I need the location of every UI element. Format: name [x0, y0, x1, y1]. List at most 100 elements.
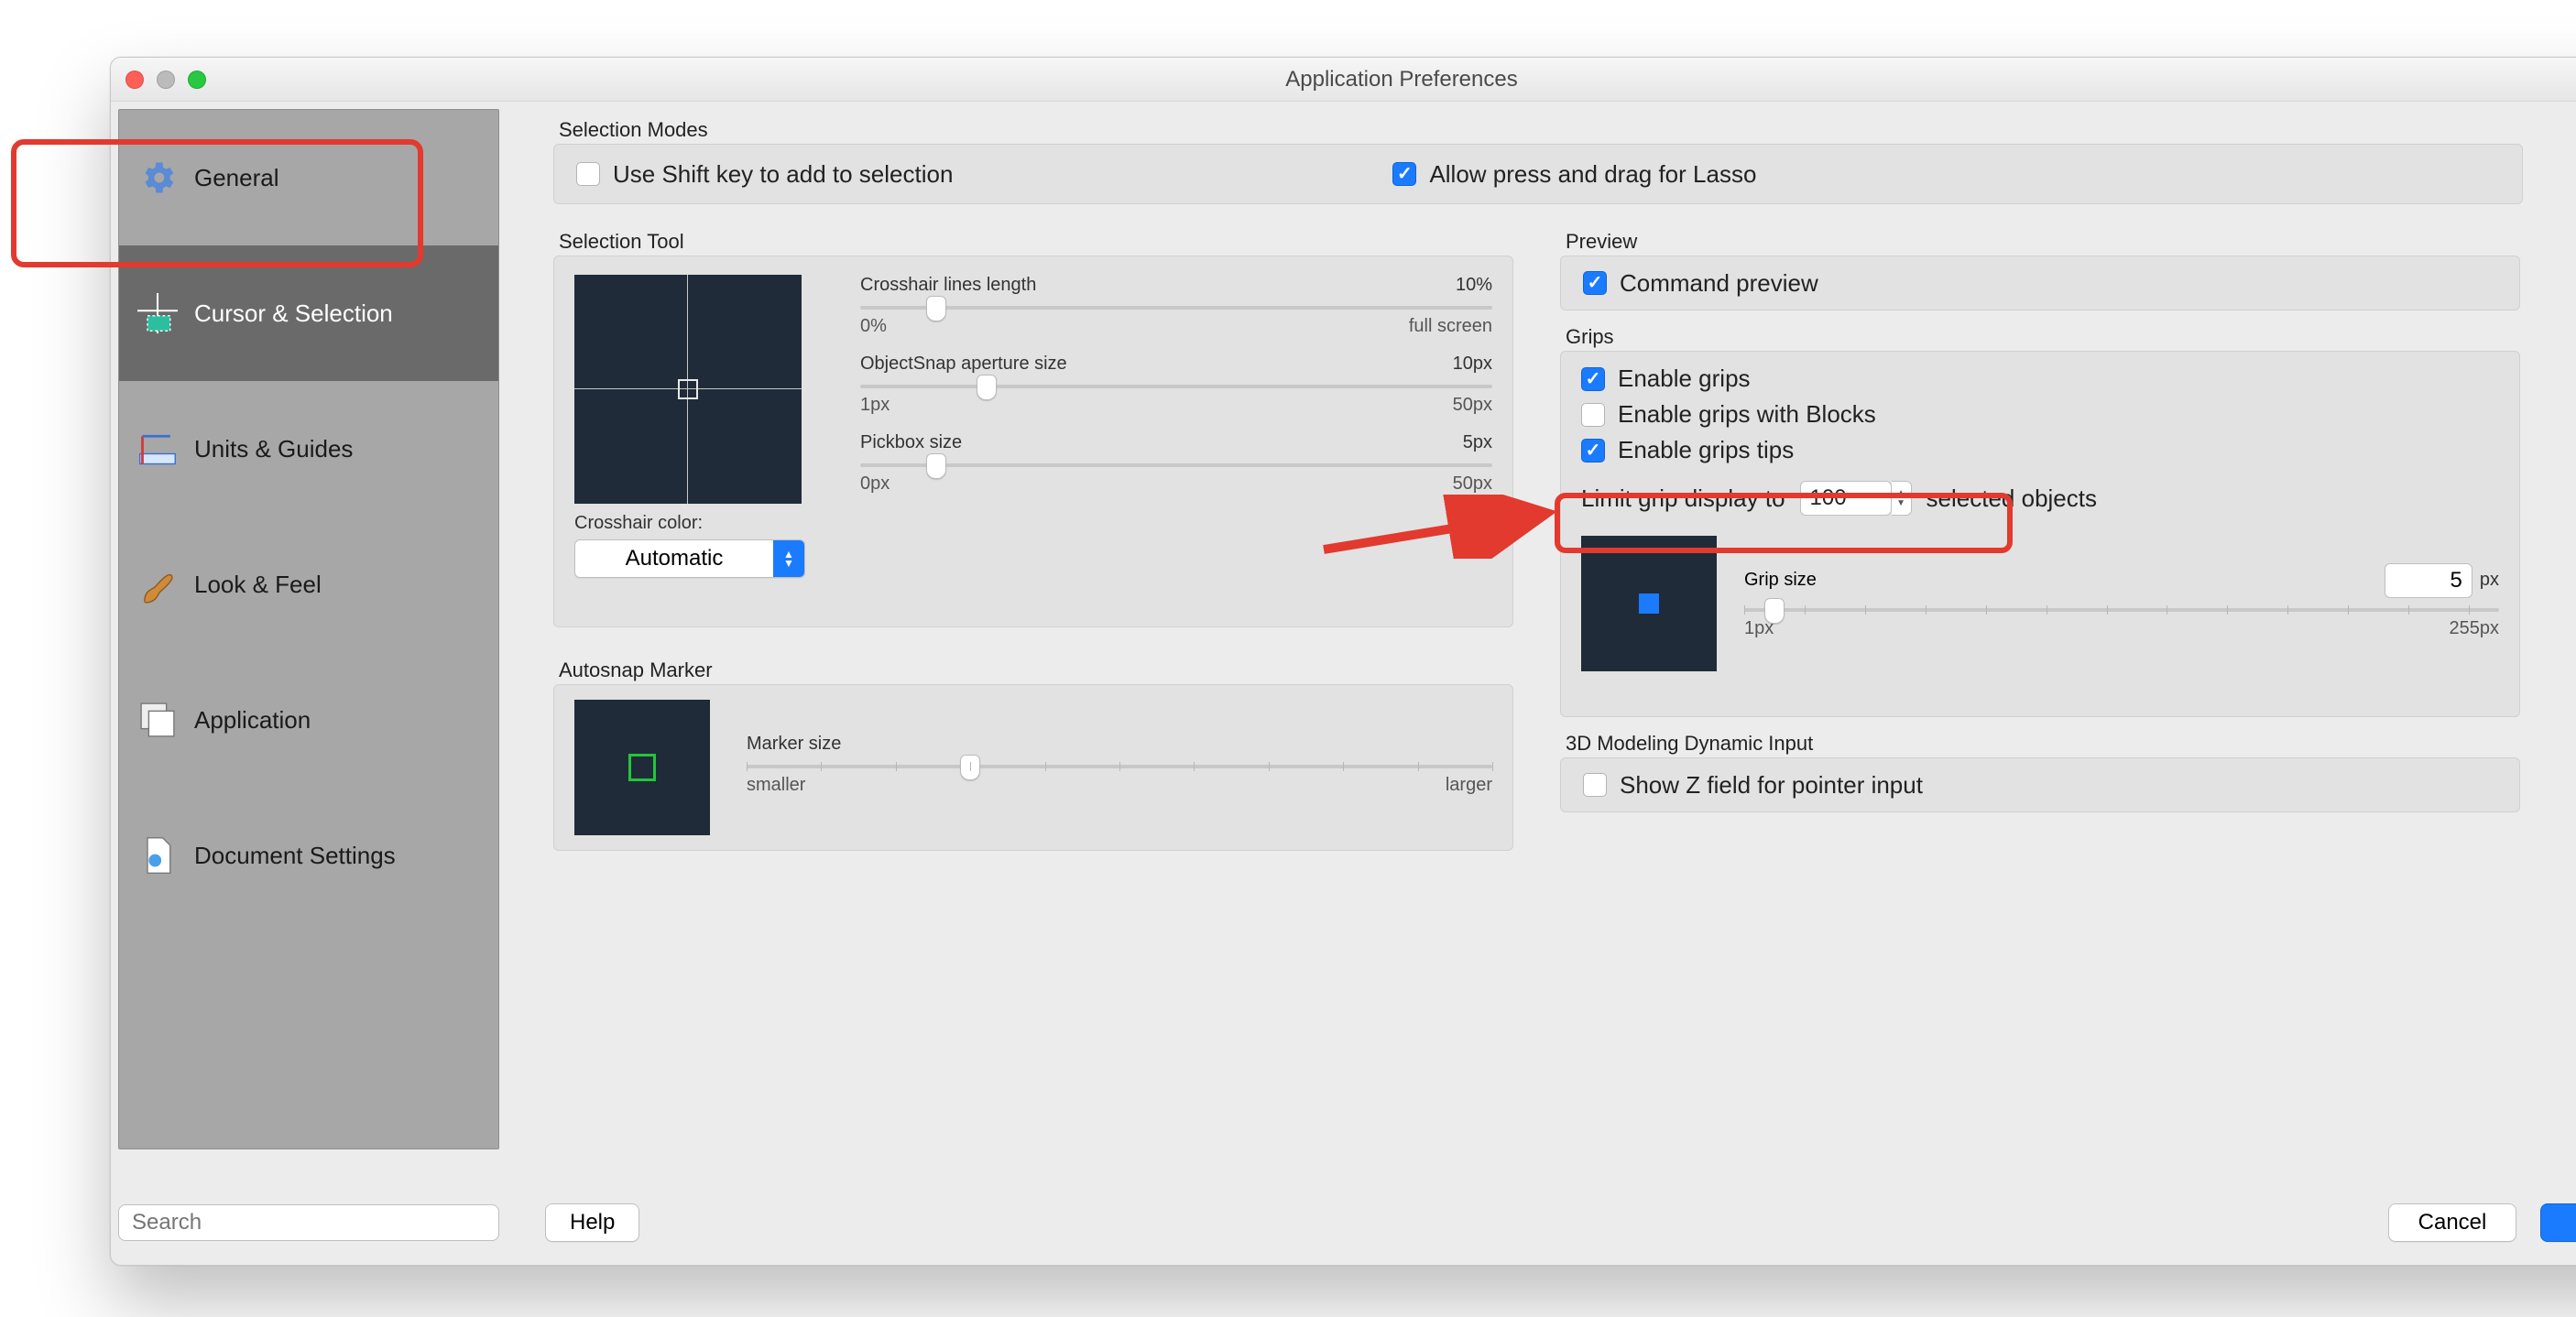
limit-label-post: selected objects	[1927, 484, 2097, 513]
checkbox-lasso[interactable]: Allow press and drag for Lasso	[1392, 160, 1756, 189]
group-preview: Command preview	[1560, 256, 2520, 310]
slider-value: 5px	[1463, 432, 1492, 453]
sidebar: General Cursor & Selection	[118, 109, 499, 1149]
slider-max: larger	[1446, 775, 1492, 796]
slider-grip-size[interactable]: 1px 255px	[1744, 604, 2499, 639]
sidebar-item-look-feel[interactable]: Look & Feel	[119, 517, 498, 652]
slider-min: 1px	[860, 395, 890, 416]
checkbox-icon	[1581, 367, 1605, 391]
sidebar-item-label: Cursor & Selection	[194, 299, 393, 328]
section-label-grips: Grips	[1566, 325, 1614, 349]
gear-icon	[136, 156, 180, 200]
help-button[interactable]: Help	[545, 1203, 639, 1242]
section-label-selection-modes: Selection Modes	[559, 118, 708, 142]
checkbox-icon	[1392, 162, 1416, 186]
section-label-autosnap: Autosnap Marker	[559, 658, 713, 682]
section-label-selection-tool: Selection Tool	[559, 230, 684, 254]
sidebar-item-label: Units & Guides	[194, 435, 353, 463]
group-selection-tool: Crosshair color: Automatic ▲▼ Crosshair …	[553, 256, 1513, 627]
select-value: Automatic	[575, 540, 773, 577]
chevron-up-down-icon: ▲▼	[773, 540, 804, 577]
stepper-icon[interactable]: ▲▼	[1892, 481, 1912, 516]
slider-min: 0%	[860, 316, 887, 337]
crosshair-preview	[574, 275, 802, 504]
checkbox-show-z[interactable]: Show Z field for pointer input	[1583, 771, 1923, 800]
slider-label: Crosshair lines length	[860, 275, 1036, 296]
checkbox-enable-grips[interactable]: Enable grips	[1581, 365, 2499, 393]
sidebar-item-application[interactable]: Application	[119, 652, 498, 788]
crosshair-color-label: Crosshair color:	[574, 513, 805, 534]
ok-button[interactable]: OK	[2540, 1203, 2576, 1242]
checkbox-icon	[1581, 403, 1605, 427]
checkbox-icon	[1583, 773, 1607, 797]
checkbox-label: Enable grips with Blocks	[1618, 400, 1876, 429]
checkbox-label: Command preview	[1620, 269, 1818, 298]
checkbox-enable-grips-blocks[interactable]: Enable grips with Blocks	[1581, 400, 2499, 429]
slider-max: full screen	[1409, 316, 1492, 337]
sidebar-item-label: General	[194, 164, 279, 192]
checkbox-enable-grips-tips[interactable]: Enable grips tips	[1581, 436, 2499, 464]
slider-max: 255px	[2450, 618, 2500, 639]
checkbox-label: Enable grips tips	[1618, 436, 1794, 464]
search-input[interactable]	[118, 1204, 499, 1241]
checkbox-icon	[1583, 271, 1607, 295]
sidebar-item-label: Application	[194, 706, 311, 735]
window-controls	[126, 71, 206, 89]
checkbox-label: Use Shift key to add to selection	[613, 160, 953, 189]
windows-icon	[136, 698, 180, 742]
sidebar-item-cursor-selection[interactable]: Cursor & Selection	[119, 245, 498, 381]
crosshair-selection-icon	[136, 291, 180, 335]
sidebar-item-label: Look & Feel	[194, 571, 322, 599]
checkbox-command-preview[interactable]: Command preview	[1583, 269, 1818, 298]
dialog-footer: Cancel OK	[2388, 1203, 2576, 1242]
grip-preview	[1581, 536, 1717, 671]
checkbox-icon	[576, 162, 600, 186]
titlebar: Application Preferences	[111, 58, 2576, 102]
slider-min: smaller	[747, 775, 805, 796]
section-label-3d: 3D Modeling Dynamic Input	[1566, 732, 1813, 756]
window-title: Application Preferences	[1285, 67, 1517, 93]
slider-value: 10px	[1453, 354, 1492, 375]
unit-label: px	[2480, 570, 2499, 591]
close-icon[interactable]	[126, 71, 144, 89]
number-value: 5	[2385, 563, 2472, 598]
slider-min: 0px	[860, 473, 890, 495]
preferences-window: Application Preferences General	[110, 57, 2576, 1266]
sidebar-item-units-guides[interactable]: Units & Guides	[119, 381, 498, 517]
slider-value: 10%	[1456, 275, 1492, 296]
checkbox-icon	[1581, 439, 1605, 463]
slider-marker-size[interactable]: Marker size smaller larger	[747, 734, 1492, 796]
section-label-preview: Preview	[1566, 230, 1637, 254]
paintbrush-icon	[136, 562, 180, 606]
slider-label: Marker size	[747, 734, 841, 755]
group-3d-input: Show Z field for pointer input	[1560, 757, 2520, 812]
number-value: 100	[1800, 481, 1892, 516]
gripsize-label: Grip size	[1744, 570, 1817, 591]
slider-pickbox-size[interactable]: Pickbox size 5px 0px 50px	[860, 432, 1492, 495]
checkbox-label: Enable grips	[1618, 365, 1751, 393]
sidebar-item-document-settings[interactable]: Document Settings	[119, 788, 498, 923]
slider-label: ObjectSnap aperture size	[860, 354, 1067, 375]
group-autosnap: Marker size smaller larger	[553, 684, 1513, 851]
checkbox-label: Show Z field for pointer input	[1620, 771, 1923, 800]
slider-crosshair-length[interactable]: Crosshair lines length 10% 0% full scree…	[860, 275, 1492, 337]
slider-aperture-size[interactable]: ObjectSnap aperture size 10px 1px 50px	[860, 354, 1492, 416]
slider-label: Pickbox size	[860, 432, 962, 453]
minimize-icon[interactable]	[157, 71, 175, 89]
limit-grip-input[interactable]: 100 ▲▼	[1800, 481, 1912, 516]
group-grips: Enable grips Enable grips with Blocks En…	[1560, 351, 2520, 717]
cancel-button[interactable]: Cancel	[2388, 1203, 2516, 1242]
checkbox-label: Allow press and drag for Lasso	[1429, 160, 1756, 189]
limit-grip-row: Limit grip display to 100 ▲▼ selected ob…	[1581, 481, 2499, 516]
group-selection-modes: Use Shift key to add to selection Allow …	[553, 144, 2523, 204]
gripsize-input[interactable]: 5 px	[2385, 563, 2499, 598]
checkbox-shift-add[interactable]: Use Shift key to add to selection	[576, 160, 953, 189]
sidebar-item-general[interactable]: General	[119, 110, 498, 245]
ruler-icon	[136, 427, 180, 471]
document-icon	[136, 833, 180, 877]
slider-max: 50px	[1453, 395, 1492, 416]
marker-preview	[574, 700, 710, 835]
zoom-icon[interactable]	[188, 71, 206, 89]
content-pane: Selection Modes Use Shift key to add to …	[551, 111, 2576, 1173]
crosshair-color-select[interactable]: Automatic ▲▼	[574, 539, 805, 578]
